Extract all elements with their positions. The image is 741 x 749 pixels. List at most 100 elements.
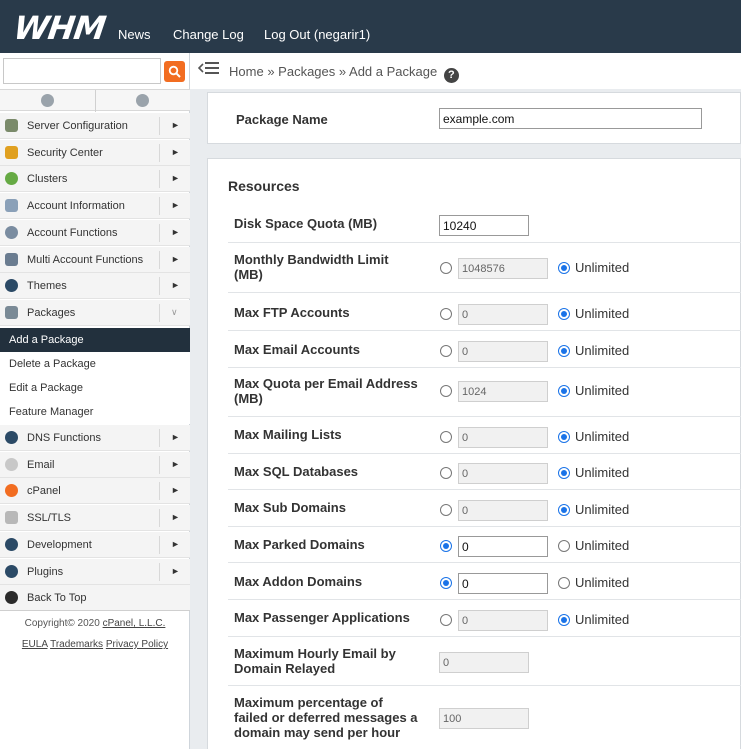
company-link[interactable]: cPanel, L.L.C. [103,618,166,629]
divider [159,482,160,500]
failed-percentage-label-line3: domain may send per hour [234,725,401,740]
ftp-limit-radio[interactable] [440,308,452,320]
package-name-input[interactable] [439,108,702,129]
email-unlimited-radio[interactable] [558,345,570,357]
nav-news[interactable]: News [118,27,151,42]
parked-unlimited-radio[interactable] [558,540,570,552]
sidebar-item-clusters[interactable]: Clusters ► [0,166,190,192]
sidebar-item-label: Themes [27,280,67,292]
sub-item-label: Edit a Package [9,382,83,394]
sub-item-delete-package[interactable]: Delete a Package [0,352,190,376]
trademarks-link[interactable]: Trademarks [50,639,103,650]
chevron-right-icon[interactable]: ► [171,254,180,264]
email-quota-limit-radio[interactable] [440,385,452,397]
sub-item-add-package[interactable]: Add a Package [0,328,190,352]
chevron-right-icon[interactable]: ► [171,147,180,157]
privacy-policy-link[interactable]: Privacy Policy [106,639,168,650]
hourly-email-input[interactable] [439,652,529,673]
disk-quota-input[interactable] [439,215,529,236]
sub-domains-unlimited-radio[interactable] [558,504,570,516]
search-input[interactable] [3,58,161,84]
email-quota-input[interactable] [458,381,548,402]
sidebar-item-back-to-top[interactable]: Back To Top [0,585,190,611]
divider [228,599,741,600]
help-icon[interactable]: ? [443,68,459,83]
users-icon [5,253,18,266]
chevron-right-icon[interactable]: ► [171,566,180,576]
sub-item-feature-manager[interactable]: Feature Manager [0,400,190,424]
certificate-icon [5,511,18,524]
collapse-down-icon[interactable] [136,94,149,107]
divider [159,456,160,474]
nav-logout[interactable]: Log Out (negarir1) [264,27,370,42]
bandwidth-input[interactable] [458,258,548,279]
search-button[interactable] [164,61,185,82]
sidebar-item-email[interactable]: Email ► [0,452,190,478]
sidebar-item-account-functions[interactable]: Account Functions ► [0,220,190,246]
chevron-right-icon[interactable]: ► [171,280,180,290]
sidebar-item-plugins[interactable]: Plugins ► [0,559,190,585]
divider [159,251,160,269]
whm-logo[interactable]: WHM [11,9,107,47]
eula-link[interactable]: EULA [22,639,48,650]
arrow-up-icon [5,591,18,604]
sidebar-item-label: cPanel [27,485,61,497]
sidebar-item-server-configuration[interactable]: Server Configuration ► [0,113,190,139]
breadcrumb-packages[interactable]: Packages [278,64,335,79]
sub-domains-input[interactable] [458,500,548,521]
email-accounts-input[interactable] [458,341,548,362]
unlimited-label: Unlimited [575,612,630,627]
sql-limit-radio[interactable] [440,467,452,479]
sidebar-item-dns-functions[interactable]: DNS Functions ► [0,425,190,451]
email-limit-radio[interactable] [440,345,452,357]
nav-change-log[interactable]: Change Log [173,27,244,42]
sidebar-item-packages[interactable]: Packages ∨ [0,300,190,326]
ftp-unlimited-radio[interactable] [558,308,570,320]
sidebar-item-multi-account-functions[interactable]: Multi Account Functions ► [0,247,190,273]
chevron-right-icon[interactable]: ► [171,459,180,469]
parked-domains-input[interactable] [458,536,548,557]
mailing-lists-limit-radio[interactable] [440,431,452,443]
sidebar-item-account-information[interactable]: Account Information ► [0,193,190,219]
bandwidth-unlimited-radio[interactable] [558,262,570,274]
ftp-input[interactable] [458,304,548,325]
sidebar-item-themes[interactable]: Themes ► [0,273,190,299]
mailing-lists-unlimited-radio[interactable] [558,431,570,443]
chevron-right-icon[interactable]: ► [171,227,180,237]
addon-limit-radio[interactable] [440,577,452,589]
email-quota-unlimited-radio[interactable] [558,385,570,397]
sql-unlimited-radio[interactable] [558,467,570,479]
chevron-down-icon[interactable]: ∨ [171,307,178,318]
parked-limit-radio[interactable] [440,540,452,552]
chevron-right-icon[interactable]: ► [171,200,180,210]
chevron-right-icon[interactable]: ► [171,432,180,442]
sub-domains-limit-radio[interactable] [440,504,452,516]
chevron-right-icon[interactable]: ► [171,173,180,183]
chevron-right-icon[interactable]: ► [171,539,180,549]
passenger-apps-input[interactable] [458,610,548,631]
chevron-right-icon[interactable]: ► [171,512,180,522]
sub-item-edit-package[interactable]: Edit a Package [0,376,190,400]
addon-domains-input[interactable] [458,573,548,594]
parked-domains-label: Max Parked Domains [234,537,365,552]
mailing-lists-input[interactable] [458,427,548,448]
passenger-limit-radio[interactable] [440,614,452,626]
menu-collapse-icon[interactable] [198,60,220,76]
sidebar-item-security-center[interactable]: Security Center ► [0,140,190,166]
copyright-text: Copyright© 2020 [24,618,100,629]
sidebar-item-ssl-tls[interactable]: SSL/TLS ► [0,505,190,531]
sidebar-item-cpanel[interactable]: cPanel ► [0,478,190,504]
sidebar-item-development[interactable]: Development ► [0,532,190,558]
failed-percentage-label-line2: failed or deferred messages a [234,710,418,725]
chevron-right-icon[interactable]: ► [171,120,180,130]
bandwidth-limit-radio[interactable] [440,262,452,274]
breadcrumb-home[interactable]: Home [229,64,264,79]
sql-databases-input[interactable] [458,463,548,484]
addon-unlimited-radio[interactable] [558,577,570,589]
divider [159,197,160,215]
collapse-up-icon[interactable] [41,94,54,107]
chevron-right-icon[interactable]: ► [171,485,180,495]
server-icon [5,119,18,132]
passenger-unlimited-radio[interactable] [558,614,570,626]
failed-percentage-input[interactable] [439,708,529,729]
